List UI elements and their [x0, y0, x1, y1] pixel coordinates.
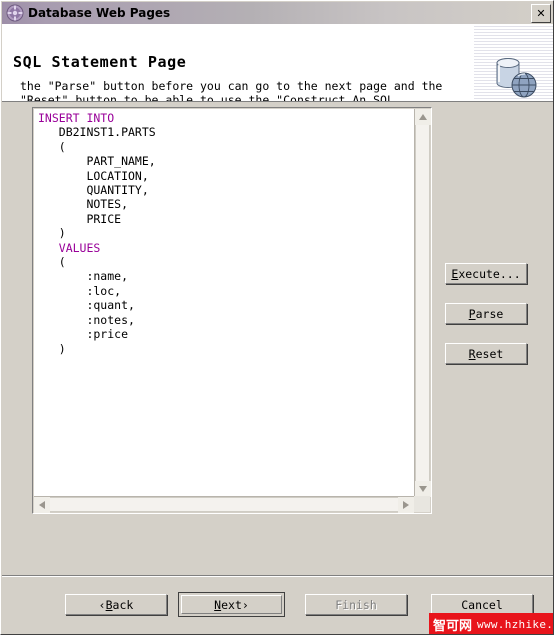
- sql-line: (: [38, 139, 66, 154]
- sql-line: VALUES: [38, 240, 101, 255]
- database-globe-icon: [490, 56, 542, 100]
- sql-line: QUANTITY,: [38, 183, 149, 198]
- next-button[interactable]: Next ›: [178, 592, 285, 617]
- sql-line: ): [38, 341, 66, 356]
- sql-line: DB2INST1.PARTS: [38, 125, 156, 140]
- sql-line: ): [38, 226, 66, 241]
- sql-line: LOCATION,: [38, 168, 149, 183]
- scroll-right-arrow-icon[interactable]: [398, 497, 414, 513]
- header-banner: SQL Statement Page the "Parse" button be…: [2, 24, 553, 102]
- watermark-cn-text: 智可网: [433, 619, 473, 634]
- sql-line: :quant,: [38, 298, 135, 313]
- next-button-label: ext: [221, 597, 242, 612]
- sql-line: (: [38, 255, 66, 270]
- back-button-label: ack: [112, 597, 134, 612]
- sql-line: :name,: [38, 269, 129, 284]
- sql-line: :price: [38, 327, 129, 342]
- watermark-url: www.hzhike.com: [477, 618, 554, 631]
- scroll-left-arrow-icon[interactable]: [34, 497, 50, 513]
- reset-button[interactable]: Reset: [445, 343, 527, 364]
- main-content: INSERT INTO DB2INST1.PARTS ( PART_NAME, …: [2, 102, 553, 562]
- crosshair-circle-icon: [6, 4, 24, 22]
- dialog-window: Database Web Pages ✕ SQL Statement Page …: [0, 0, 554, 635]
- sql-statement-text: INSERT INTO DB2INST1.PARTS ( PART_NAME, …: [38, 111, 156, 356]
- watermark-overlay: 智可网 www.hzhike.com: [429, 613, 554, 634]
- sql-line: :loc,: [38, 283, 122, 298]
- scroll-down-arrow-icon[interactable]: [415, 481, 431, 497]
- finish-button: Finish: [305, 594, 407, 615]
- finish-button-label: Finish: [335, 597, 377, 612]
- parse-button[interactable]: Parse: [445, 303, 527, 324]
- sql-line: PART_NAME,: [38, 154, 156, 169]
- scroll-up-arrow-icon[interactable]: [415, 109, 431, 125]
- window-title: Database Web Pages: [28, 6, 171, 20]
- back-button[interactable]: ‹ Back: [65, 594, 167, 615]
- close-icon[interactable]: ✕: [531, 4, 551, 23]
- cancel-button-label: Cancel: [461, 597, 503, 612]
- vertical-scrollbar[interactable]: [414, 109, 431, 497]
- horizontal-scrollbar[interactable]: [34, 496, 414, 513]
- sql-line: :notes,: [38, 312, 135, 327]
- sql-line: PRICE: [38, 211, 122, 226]
- sql-line: NOTES,: [38, 197, 129, 212]
- page-description: the "Parse" button before you can go to …: [20, 79, 443, 102]
- title-bar: Database Web Pages ✕: [2, 2, 553, 24]
- sql-line: INSERT INTO: [38, 111, 115, 125]
- parse-button-label: arse: [475, 306, 504, 321]
- sql-editor-text-area[interactable]: INSERT INTO DB2INST1.PARTS ( PART_NAME, …: [34, 109, 414, 497]
- next-button-face: Next ›: [181, 595, 282, 614]
- execute-button-label: xecute...: [458, 266, 521, 281]
- reset-button-label: eset: [475, 346, 504, 361]
- execute-button[interactable]: Execute...: [445, 263, 527, 284]
- vertical-scrollbar-track[interactable]: [415, 125, 430, 481]
- footer-divider-highlight: [2, 576, 553, 577]
- horizontal-scrollbar-track[interactable]: [50, 497, 398, 512]
- cancel-button[interactable]: Cancel: [431, 594, 533, 615]
- next-button-mnemonic: N: [214, 597, 222, 612]
- back-button-prefix: ‹: [98, 597, 106, 612]
- scrollbar-corner: [414, 496, 430, 512]
- next-button-suffix: ›: [241, 597, 249, 612]
- back-button-mnemonic: B: [105, 597, 113, 612]
- page-title: SQL Statement Page: [13, 53, 187, 71]
- parse-button-mnemonic: P: [468, 306, 476, 321]
- reset-button-mnemonic: R: [468, 346, 476, 361]
- sql-editor[interactable]: INSERT INTO DB2INST1.PARTS ( PART_NAME, …: [32, 107, 432, 514]
- execute-button-mnemonic: E: [451, 266, 459, 281]
